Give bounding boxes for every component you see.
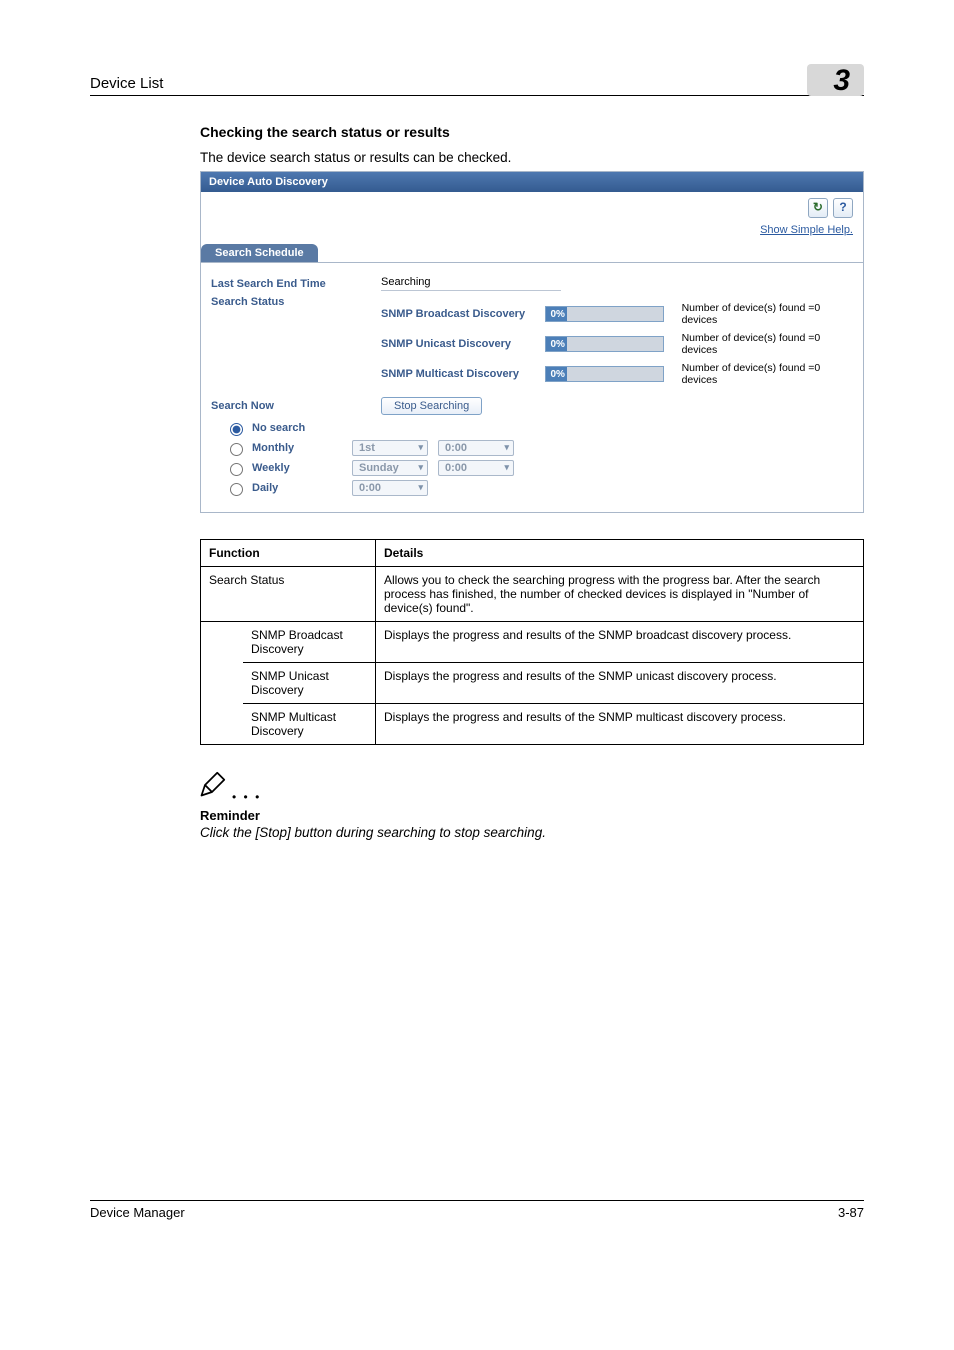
show-simple-help-link[interactable]: Show Simple Help. [201,222,863,244]
table-row: Search Status Allows you to check the se… [201,567,864,622]
progress-bar: 0% [545,336,663,352]
method-name: SNMP Unicast Discovery [381,338,545,350]
daily-time-select[interactable]: 0:00 [352,480,428,496]
search-status-label: Search Status [211,296,381,308]
weekly-day-select[interactable]: Sunday [352,460,428,476]
fn-cell: SNMP Unicast Discovery [243,663,376,704]
fn-cell: SNMP Multicast Discovery [243,704,376,745]
method-row-broadcast: SNMP Broadcast Discovery 0% Number of de… [381,302,853,326]
progress-percent: 0% [546,367,662,381]
last-search-end-time-value: Searching [381,276,561,291]
radio-monthly-input[interactable] [230,443,243,456]
radio-weekly[interactable]: Weekly Sunday 0:00 [225,460,853,476]
search-now-label: Search Now [211,400,381,412]
section-intro: The device search status or results can … [200,150,864,165]
panel-title: Device Auto Discovery [201,172,863,192]
method-name: SNMP Multicast Discovery [381,368,545,380]
note-icon-row: • • • [198,771,864,806]
details-cell: Displays the progress and results of the… [376,704,864,745]
radio-daily-label: Daily [252,482,342,494]
fn-cell: SNMP Broadcast Discovery [243,622,376,663]
refresh-icon[interactable]: ↻ [808,198,828,218]
running-header: Device List 3 [90,60,864,96]
stop-searching-button[interactable]: Stop Searching [381,397,482,415]
details-cell: Displays the progress and results of the… [376,663,864,704]
progress-percent: 0% [546,307,662,321]
last-search-end-time-label: Last Search End Time [211,278,381,290]
fn-cell: Search Status [201,567,376,622]
radio-weekly-label: Weekly [252,462,342,474]
method-row-multicast: SNMP Multicast Discovery 0% Number of de… [381,362,853,386]
progress-bar: 0% [545,366,663,382]
page-footer: Device Manager 3-87 [90,1200,864,1220]
progress-bar: 0% [545,306,663,322]
running-header-title: Device List [90,75,163,92]
table-row: SNMP Unicast Discovery Displays the prog… [201,663,864,704]
help-icon[interactable]: ? [833,198,853,218]
footer-left: Device Manager [90,1205,185,1220]
radio-no-search-label: No search [252,422,305,434]
radio-monthly-label: Monthly [252,442,342,454]
radio-daily-input[interactable] [230,483,243,496]
footer-right: 3-87 [838,1205,864,1220]
reminder-heading: Reminder [200,808,864,823]
radio-daily[interactable]: Daily 0:00 [225,480,853,496]
col-details: Details [376,540,864,567]
reminder-text: Click the [Stop] button during searching… [200,825,864,840]
device-auto-discovery-panel: Device Auto Discovery ↻ ? Show Simple He… [200,171,864,513]
note-dots-icon: • • • [232,790,261,804]
tab-search-schedule[interactable]: Search Schedule [201,244,318,262]
table-header-row: Function Details [201,540,864,567]
details-cell: Allows you to check the searching progre… [376,567,864,622]
radio-weekly-input[interactable] [230,463,243,476]
note-icon [198,771,226,806]
function-details-table: Function Details Search Status Allows yo… [200,539,864,745]
details-cell: Displays the progress and results of the… [376,622,864,663]
monthly-time-select[interactable]: 0:00 [438,440,514,456]
radio-no-search[interactable]: No search [225,420,853,436]
weekly-time-select[interactable]: 0:00 [438,460,514,476]
devices-found-text: Number of device(s) found =0 devices [682,362,853,386]
radio-no-search-input[interactable] [230,423,243,436]
col-function: Function [201,540,376,567]
devices-found-text: Number of device(s) found =0 devices [682,302,853,326]
monthly-day-select[interactable]: 1st [352,440,428,456]
progress-percent: 0% [546,337,662,351]
section-heading: Checking the search status or results [200,124,864,140]
method-row-unicast: SNMP Unicast Discovery 0% Number of devi… [381,332,853,356]
radio-monthly[interactable]: Monthly 1st 0:00 [225,440,853,456]
method-name: SNMP Broadcast Discovery [381,308,545,320]
chapter-number-badge: 3 [807,64,864,96]
table-row: SNMP Multicast Discovery Displays the pr… [201,704,864,745]
indent-cell [201,622,244,745]
devices-found-text: Number of device(s) found =0 devices [682,332,853,356]
table-row: SNMP Broadcast Discovery Displays the pr… [201,622,864,663]
